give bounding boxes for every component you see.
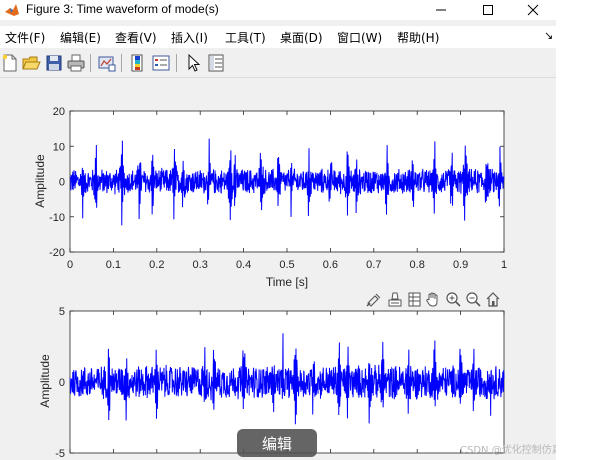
y-tick-label: -10 bbox=[49, 212, 65, 224]
y-tick-label: 10 bbox=[53, 141, 65, 153]
edit-tooltip[interactable]: 编辑 bbox=[237, 429, 317, 457]
menu-help[interactable]: 帮助(H) bbox=[397, 29, 439, 46]
axes-top-xlabel: Time [s] bbox=[266, 275, 308, 289]
new-figure-icon[interactable] bbox=[0, 53, 20, 73]
restore-view-icon[interactable] bbox=[408, 292, 421, 307]
y-tick-label: -5 bbox=[55, 448, 65, 460]
menu-bar: 文件(F) 编辑(E) 查看(V) 插入(I) 工具(T) 桌面(D) 窗口(W… bbox=[0, 26, 556, 48]
toolbar-separator bbox=[90, 54, 91, 72]
x-tick-label: 0.5 bbox=[279, 259, 294, 271]
zoom-in-icon[interactable] bbox=[446, 292, 461, 307]
x-tick-label: 1 bbox=[501, 259, 507, 271]
axes-top-ylabel: Amplitude bbox=[33, 154, 47, 208]
maximize-icon bbox=[483, 5, 493, 15]
menu-edit[interactable]: 编辑(E) bbox=[60, 29, 101, 46]
y-tick-label: 5 bbox=[59, 306, 65, 318]
x-tick-label: 0.6 bbox=[323, 259, 338, 271]
figure-canvas: -20 -10 0 10 20 0 0.1 0.2 0.3 0.4 0.5 0.6 0.7 0.8 0.9 1… bbox=[0, 79, 556, 460]
figure-window: Figure 3: Time waveform of mode(s) 文件(F)… bbox=[0, 0, 556, 460]
minimize-icon bbox=[436, 9, 446, 11]
y-tick-label: -20 bbox=[49, 247, 65, 259]
x-tick-label: 0 bbox=[67, 259, 73, 271]
insert-colorbar-icon[interactable] bbox=[129, 53, 149, 73]
x-tick-label: 0.3 bbox=[193, 259, 208, 271]
plot-canvas: -20-10010200 0.1 0.2 0.3 0.4 0.5 0.6 0.7 0.8 0.9 1… bbox=[33, 106, 507, 460]
brush-icon[interactable] bbox=[366, 293, 381, 307]
x-tick-label: 0.9 bbox=[453, 259, 468, 271]
window-title: Figure 3: Time waveform of mode(s) bbox=[26, 2, 219, 16]
toolbar-separator bbox=[176, 54, 177, 72]
close-button[interactable] bbox=[510, 0, 556, 20]
menu-desktop[interactable]: 桌面(D) bbox=[280, 29, 323, 46]
x-tick-label: 0.4 bbox=[236, 259, 251, 271]
zoom-out-icon[interactable] bbox=[466, 292, 481, 307]
background-strip bbox=[556, 0, 591, 460]
menu-view[interactable]: 查看(V) bbox=[115, 29, 157, 46]
figure-toolbar bbox=[0, 50, 556, 78]
menu-file[interactable]: 文件(F) bbox=[5, 29, 45, 46]
x-tick-label: 0.7 bbox=[366, 259, 381, 271]
minimize-button[interactable] bbox=[418, 0, 464, 20]
x-tick-label: 0.2 bbox=[149, 259, 164, 271]
home-icon[interactable] bbox=[486, 292, 500, 307]
watermark: CSDN @优化控制仿真模型 bbox=[460, 445, 556, 456]
matlab-logo-icon bbox=[5, 4, 19, 16]
link-plot-icon[interactable] bbox=[97, 53, 117, 73]
print-icon[interactable] bbox=[66, 53, 86, 73]
axes-bottom-ylabel: Amplitude bbox=[38, 354, 52, 408]
toolbar-separator bbox=[121, 54, 122, 72]
arrow-down-right-icon[interactable]: ↘ bbox=[544, 29, 553, 42]
axes-toolbar bbox=[366, 292, 500, 307]
y-tick-label: 20 bbox=[53, 106, 65, 118]
title-bar[interactable]: Figure 3: Time waveform of mode(s) bbox=[0, 0, 556, 20]
open-file-icon[interactable] bbox=[21, 53, 41, 73]
data-tips-icon[interactable] bbox=[388, 292, 402, 307]
x-tick-label: 0.1 bbox=[106, 259, 121, 271]
close-icon bbox=[527, 4, 539, 16]
x-tick-label: 0.8 bbox=[410, 259, 425, 271]
axes-top[interactable]: -20 -10 0 10 20 0 0.1 0.2 0.3 0.4 0.5 0.6 0.7 0.8 0.9 1… bbox=[33, 106, 507, 289]
y-tick-label: 0 bbox=[59, 377, 65, 389]
menu-insert[interactable]: 插入(I) bbox=[171, 29, 208, 46]
insert-legend-icon[interactable] bbox=[151, 53, 171, 73]
menu-tools[interactable]: 工具(T) bbox=[225, 29, 266, 46]
y-tick-label: 0 bbox=[59, 177, 65, 189]
edit-plot-cursor-icon[interactable] bbox=[184, 53, 204, 73]
maximize-button[interactable] bbox=[465, 0, 511, 20]
property-inspector-icon[interactable] bbox=[206, 53, 226, 73]
menu-window[interactable]: 窗口(W) bbox=[337, 29, 382, 46]
save-icon[interactable] bbox=[44, 53, 64, 73]
pan-hand-icon[interactable] bbox=[426, 292, 438, 307]
